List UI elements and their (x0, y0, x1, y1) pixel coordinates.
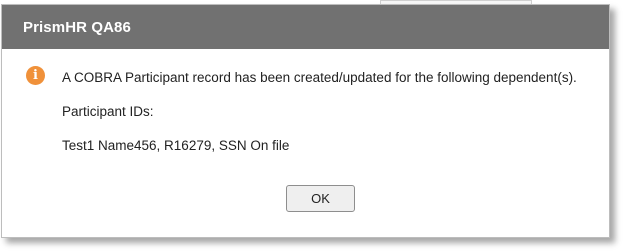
info-icon: i (26, 66, 45, 85)
ok-button[interactable]: OK (286, 185, 355, 212)
message-dialog: PrismHR QA86 i A COBRA Participant recor… (1, 4, 610, 238)
dialog-header[interactable]: PrismHR QA86 (2, 5, 609, 49)
participant-entry: Test1 Name456, R16279, SSN On file (62, 138, 290, 153)
dialog-body: i A COBRA Participant record has been cr… (2, 49, 609, 237)
participant-ids-label: Participant IDs: (62, 104, 154, 119)
dialog-title: PrismHR QA86 (23, 18, 131, 36)
dialog-message: A COBRA Participant record has been crea… (62, 69, 582, 154)
message-text: A COBRA Participant record has been crea… (62, 70, 577, 85)
